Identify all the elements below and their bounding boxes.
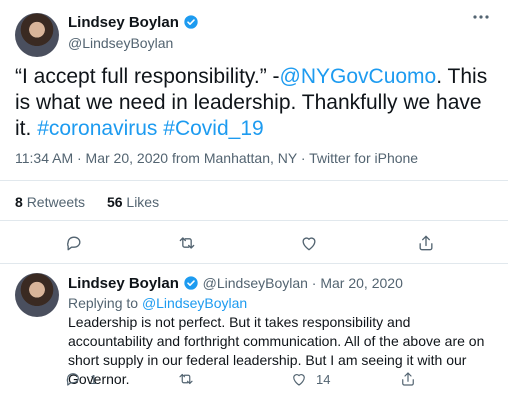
display-name[interactable]: Lindsey Boylan xyxy=(68,14,179,31)
like-icon xyxy=(293,374,305,386)
reply-icon[interactable] xyxy=(64,233,84,258)
retweets-stat[interactable]: 8 Retweets xyxy=(15,194,89,210)
reply-text: Leadership is not perfect. But it takes … xyxy=(68,314,485,387)
tweet-meta[interactable]: 11:34 AM · Mar 20, 2020 from Manhattan, … xyxy=(15,150,418,166)
replying-prefix: Replying to xyxy=(68,295,139,311)
share-icon[interactable] xyxy=(416,233,436,258)
author-handle-date[interactable]: @LindseyBoylan · Mar 20, 2020 xyxy=(203,275,403,291)
mention-link[interactable]: @NYGovCuomo xyxy=(280,65,437,88)
hashtag-link[interactable]: #Covid_19 xyxy=(163,117,263,140)
replying-to: Replying to @LindseyBoylan xyxy=(68,295,247,311)
like-icon[interactable] xyxy=(299,233,319,258)
like-action[interactable]: 14 xyxy=(290,370,330,388)
more-options-icon[interactable] xyxy=(470,10,492,24)
retweets-label: Retweets xyxy=(26,194,86,210)
likes-label: Likes xyxy=(126,194,160,210)
avatar[interactable] xyxy=(15,273,59,317)
divider xyxy=(0,220,508,221)
retweets-count: 8 xyxy=(15,194,23,210)
like-count: 14 xyxy=(316,371,331,387)
tweet-text-part1: “I accept full responsibility.” - xyxy=(15,65,280,88)
hashtag-link[interactable]: #coronavirus xyxy=(37,117,157,140)
verified-badge-icon xyxy=(184,276,198,290)
author-handle[interactable]: @LindseyBoylan xyxy=(68,35,173,51)
engagement-stats: 8 Retweets 56 Likes xyxy=(15,194,159,210)
retweet-icon[interactable] xyxy=(177,233,197,258)
likes-count: 56 xyxy=(106,194,123,210)
tweet-text: “I accept full responsibility.” -@NYGovC… xyxy=(15,64,500,142)
divider xyxy=(0,180,508,181)
avatar[interactable] xyxy=(15,13,59,57)
author-header: Lindsey Boylan xyxy=(68,14,199,32)
share-icon[interactable] xyxy=(399,370,417,393)
reply-header: Lindsey Boylan @LindseyBoylan · Mar 20, … xyxy=(68,275,403,292)
reply-count: 1 xyxy=(90,371,98,387)
replying-handle-link[interactable]: @LindseyBoylan xyxy=(142,295,247,311)
reply-icon xyxy=(66,373,79,386)
verified-badge-icon xyxy=(184,15,198,29)
likes-stat[interactable]: 56 Likes xyxy=(107,194,159,210)
display-name[interactable]: Lindsey Boylan xyxy=(68,275,179,292)
reply-action[interactable]: 1 xyxy=(64,370,97,388)
retweet-icon[interactable] xyxy=(177,370,195,393)
divider xyxy=(0,263,508,264)
